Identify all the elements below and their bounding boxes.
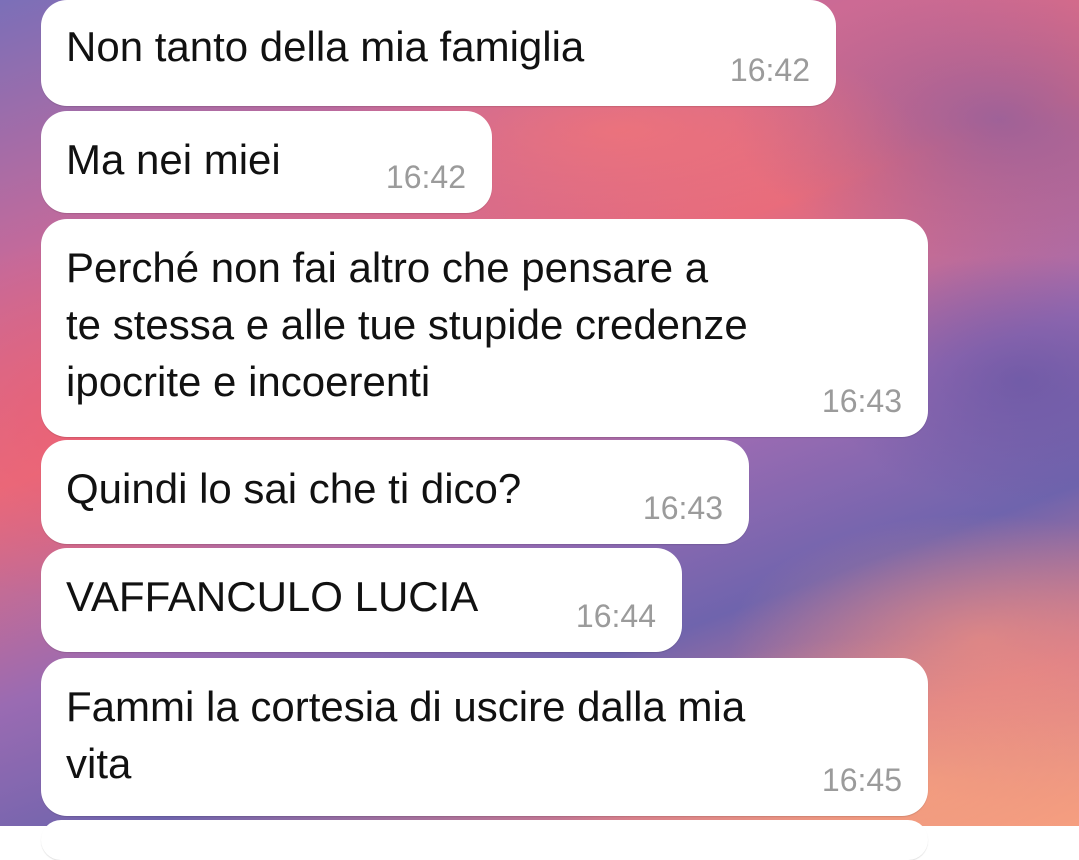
message-bubble-partial[interactable] <box>41 820 928 860</box>
message-text: Non tanto della mia famiglia <box>66 23 585 70</box>
message-timestamp: 16:42 <box>729 52 810 88</box>
message-text: Perché non fai altro che pensare a te st… <box>66 244 748 405</box>
message-text: Quindi lo sai che ti dico? <box>66 465 522 512</box>
message-text: VAFFANCULO LUCIA <box>66 573 479 620</box>
message-bubble[interactable]: Ma nei miei 16:42 <box>41 111 492 213</box>
message-bubble[interactable]: Perché non fai altro che pensare a te st… <box>41 219 928 437</box>
message-text: Fammi la cortesia di uscire dalla mia vi… <box>66 683 746 787</box>
message-bubble[interactable]: Non tanto della mia famiglia 16:42 <box>41 0 836 106</box>
message-bubble[interactable]: Fammi la cortesia di uscire dalla mia vi… <box>41 658 928 816</box>
message-timestamp: 16:42 <box>385 159 466 195</box>
message-bubble[interactable]: Quindi lo sai che ti dico? 16:43 <box>41 440 749 544</box>
message-bubble[interactable]: VAFFANCULO LUCIA 16:44 <box>41 548 682 652</box>
message-timestamp: 16:45 <box>821 762 902 798</box>
message-list[interactable]: Non tanto della mia famiglia 16:42 Ma ne… <box>0 0 1079 860</box>
message-timestamp: 16:43 <box>821 383 902 419</box>
message-timestamp: 16:43 <box>642 490 723 526</box>
message-timestamp: 16:44 <box>575 598 656 634</box>
